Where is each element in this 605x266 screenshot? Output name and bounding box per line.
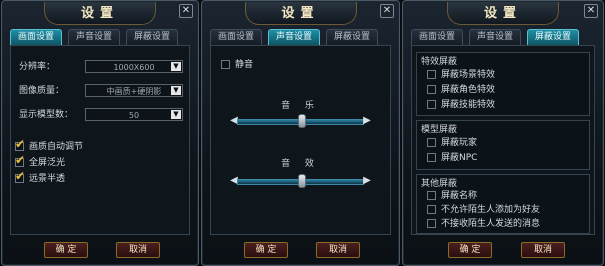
quality-label: 图像质量： <box>19 86 65 96</box>
title-plate: 设置 <box>244 2 357 25</box>
far-transparent-label: 远景半透 <box>29 174 66 184</box>
close-icon[interactable]: ✕ <box>584 4 598 18</box>
close-icon[interactable]: ✕ <box>179 4 193 18</box>
tab-graphics[interactable]: 画面设置 <box>10 29 62 45</box>
chevron-down-icon[interactable]: ▼ <box>171 62 181 71</box>
slider-thumb[interactable] <box>297 114 306 128</box>
sound-effect-slider[interactable]: ◀ ▶ <box>229 174 372 188</box>
checkbox-box[interactable]: ✔ <box>15 153 25 167</box>
checkbox-box[interactable] <box>427 138 436 147</box>
cancel-button[interactable]: 取消 <box>521 242 565 258</box>
ok-button[interactable]: 确 定 <box>44 242 88 258</box>
checkbox-box[interactable] <box>427 219 436 228</box>
settings-panel-graphics: 设置 ✕ 画面设置 声音设置 屏蔽设置 分辨率： 1000X600 ▼ 图像质量… <box>1 0 199 266</box>
chevron-down-icon[interactable]: ▼ <box>171 110 181 119</box>
checkbox-label: 屏蔽技能特效 <box>441 100 496 110</box>
tab-block[interactable]: 屏蔽设置 <box>326 29 378 45</box>
settings-panel-block: 设置 ✕ 画面设置 声音设置 屏蔽设置 特效屏蔽 屏蔽场景特效 屏蔽角色特效 屏… <box>402 0 604 266</box>
resolution-value: 1000X600 <box>113 63 155 72</box>
quality-row: 图像质量： 中画质+硬阴影 ▼ <box>17 84 183 98</box>
model-block-section: 模型屏蔽 屏蔽玩家 屏蔽NPC <box>416 120 590 170</box>
sound-effect-label: 音 效 <box>281 159 320 169</box>
bloom-label: 全屏泛光 <box>29 158 66 168</box>
close-icon[interactable]: ✕ <box>380 4 394 18</box>
tab-bar: 画面设置 声音设置 屏蔽设置 <box>210 29 391 45</box>
music-slider[interactable]: ◀ ▶ <box>229 114 372 128</box>
arrow-right-icon[interactable]: ▶ <box>362 114 372 128</box>
panel-title: 设置 <box>80 6 119 21</box>
checkbox-box[interactable]: ✔ <box>15 169 25 183</box>
arrow-right-icon[interactable]: ▶ <box>362 174 372 188</box>
checkbox-box[interactable] <box>427 100 436 109</box>
ok-button[interactable]: 确 定 <box>448 242 492 258</box>
model-count-label: 显示模型数： <box>19 110 74 120</box>
checkbox-box[interactable] <box>427 85 436 94</box>
model-count-row: 显示模型数： 50 ▼ <box>17 108 183 122</box>
mute-label: 静音 <box>235 60 254 70</box>
checkbox-label: 屏蔽名称 <box>441 191 478 201</box>
checkbox-label: 不接收陌生人发送的消息 <box>441 219 541 229</box>
title-plate: 设置 <box>447 2 559 25</box>
panel-title: 设置 <box>483 6 522 21</box>
checkbox-box[interactable] <box>427 205 436 214</box>
panel-title: 设置 <box>281 6 320 21</box>
tab-bar: 画面设置 声音设置 屏蔽设置 <box>411 29 595 45</box>
chevron-down-icon[interactable]: ▼ <box>171 86 181 95</box>
effect-block-section: 特效屏蔽 屏蔽场景特效 屏蔽角色特效 屏蔽技能特效 <box>416 52 590 116</box>
music-label: 音 乐 <box>281 101 320 111</box>
quality-dropdown[interactable]: 中画质+硬阴影 ▼ <box>85 84 183 97</box>
checkbox-label: 屏蔽玩家 <box>441 138 478 148</box>
title-plate: 设置 <box>44 2 156 25</box>
tab-bar: 画面设置 声音设置 屏蔽设置 <box>10 29 190 45</box>
checkbox-label: 屏蔽角色特效 <box>441 85 496 95</box>
settings-panel-sound: 设置 ✕ 画面设置 声音设置 屏蔽设置 静音 音 乐 ◀ ▶ 音 效 ◀ ▶ 确… <box>201 0 400 266</box>
checkbox-box[interactable] <box>427 191 436 200</box>
resolution-label: 分辨率： <box>19 62 56 72</box>
model-count-value: 50 <box>128 111 140 120</box>
check-icon: ✔ <box>15 137 26 151</box>
section-title: 特效屏蔽 <box>421 57 458 67</box>
sound-content: 静音 音 乐 ◀ ▶ 音 效 ◀ ▶ <box>210 45 391 235</box>
resolution-row: 分辨率： 1000X600 ▼ <box>17 60 183 74</box>
graphics-content: 分辨率： 1000X600 ▼ 图像质量： 中画质+硬阴影 ▼ 显示模型数： 5… <box>10 45 190 235</box>
tab-graphics[interactable]: 画面设置 <box>411 29 463 45</box>
auto-quality-label: 画质自动调节 <box>29 142 84 152</box>
ok-button[interactable]: 确 定 <box>244 242 288 258</box>
checkbox-box[interactable]: ✔ <box>15 137 25 151</box>
tab-sound[interactable]: 声音设置 <box>268 29 320 45</box>
checkbox-label: 不允许陌生人添加为好友 <box>441 205 541 215</box>
cancel-button[interactable]: 取消 <box>116 242 160 258</box>
checkbox-box[interactable] <box>427 153 436 162</box>
model-count-dropdown[interactable]: 50 ▼ <box>85 108 183 121</box>
check-icon: ✔ <box>15 153 26 167</box>
checkbox-label: 屏蔽场景特效 <box>441 70 496 80</box>
slider-thumb[interactable] <box>297 174 306 188</box>
checkbox-label: 屏蔽NPC <box>441 153 478 163</box>
tab-block[interactable]: 屏蔽设置 <box>527 29 579 45</box>
tab-sound[interactable]: 声音设置 <box>68 29 120 45</box>
resolution-dropdown[interactable]: 1000X600 ▼ <box>85 60 183 73</box>
cancel-button[interactable]: 取消 <box>316 242 360 258</box>
checkbox-box[interactable] <box>221 60 230 69</box>
tab-sound[interactable]: 声音设置 <box>469 29 521 45</box>
checkbox-box[interactable] <box>427 70 436 79</box>
section-title: 模型屏蔽 <box>421 125 458 135</box>
quality-value: 中画质+硬阴影 <box>106 87 162 96</box>
tab-block[interactable]: 屏蔽设置 <box>126 29 178 45</box>
section-title: 其他屏蔽 <box>421 179 458 189</box>
tab-graphics[interactable]: 画面设置 <box>210 29 262 45</box>
block-content: 特效屏蔽 屏蔽场景特效 屏蔽角色特效 屏蔽技能特效 模型屏蔽 屏蔽玩家 屏蔽NP… <box>411 45 595 235</box>
other-block-section: 其他屏蔽 屏蔽名称 不允许陌生人添加为好友 不接收陌生人发送的消息 <box>416 174 590 234</box>
check-icon: ✔ <box>15 169 26 183</box>
